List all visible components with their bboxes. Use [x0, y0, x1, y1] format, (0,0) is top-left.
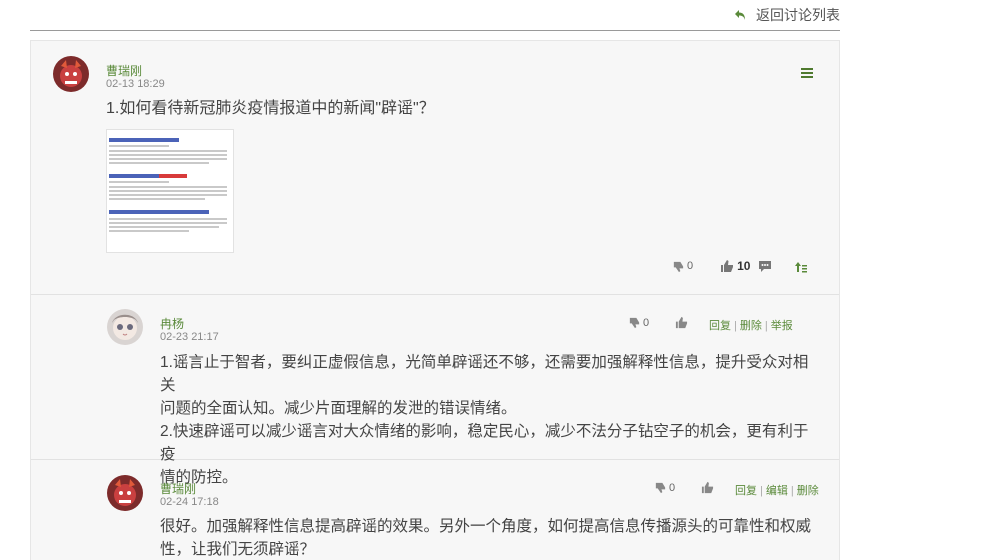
thumbs-up-icon [702, 481, 714, 494]
return-arrow-icon [735, 10, 745, 20]
like-button[interactable]: 10 [720, 259, 750, 273]
dislike-count: 0 [687, 260, 694, 272]
thumbs-up-icon [676, 316, 688, 329]
discussion-thread: 曹瑞刚 02-13 18:29 1.如何看待新冠肺炎疫情报道中的新闻"辟谣"？ [30, 40, 840, 560]
back-label: 返回讨论列表 [756, 7, 840, 23]
main-post-actions: 0 10 [672, 259, 808, 273]
like-button[interactable] [675, 316, 688, 329]
post-text: 1.如何看待新冠肺炎疫情报道中的新闻"辟谣"？ [106, 100, 435, 117]
dislike-button[interactable]: 0 [654, 481, 675, 494]
avatar[interactable] [107, 309, 143, 345]
author-avatar-icon [53, 56, 89, 92]
menu-icon[interactable] [801, 68, 813, 80]
edit-link[interactable]: 编辑 [766, 485, 788, 497]
main-post: 曹瑞刚 02-13 18:29 1.如何看待新冠肺炎疫情报道中的新闻"辟谣"？ [31, 41, 839, 295]
comment-button[interactable] [758, 260, 772, 273]
delete-link[interactable]: 删除 [797, 485, 819, 497]
post-time: 02-23 21:17 [160, 331, 219, 343]
post-image-thumbnail[interactable] [106, 129, 234, 253]
reply-line: 问题的全面认知。减少片面理解的发泄的错误情绪。 [160, 400, 517, 417]
back-to-list-link[interactable]: 返回讨论列表 [734, 5, 840, 25]
author-name[interactable]: 曹瑞刚 [160, 480, 196, 497]
comment-icon [759, 260, 772, 272]
like-button[interactable] [701, 481, 714, 494]
delete-link[interactable]: 删除 [740, 320, 762, 332]
reply-links: 回复 | 编辑 | 删除 [735, 485, 819, 497]
post-time: 02-13 18:29 [106, 78, 165, 90]
post-time: 02-24 17:18 [160, 496, 219, 508]
reply-item: 冉杨 02-23 21:17 0 回复 | 删除 | 举报 1.谣言止于智者，要纠正虚假… [31, 295, 839, 486]
reply-links: 回复 | 删除 | 举报 [709, 320, 793, 332]
reply-link[interactable]: 回复 [735, 485, 757, 497]
share-button[interactable] [794, 260, 808, 273]
reply-link[interactable]: 回复 [709, 320, 731, 332]
thumbs-down-icon [673, 261, 684, 272]
reply-line: 性，让我们无须辟谣？ [160, 541, 316, 558]
author-name[interactable]: 冉杨 [160, 315, 184, 332]
thumbs-down-icon [655, 482, 666, 494]
reply-actions: 0 [654, 481, 714, 494]
author-avatar-icon [107, 475, 143, 511]
reply-avatar-icon [107, 309, 143, 345]
report-link[interactable]: 举报 [771, 320, 793, 332]
dislike-button[interactable]: 0 [672, 260, 693, 273]
upload-icon [795, 261, 808, 272]
topbar: 返回讨论列表 [30, 0, 840, 31]
dislike-count: 0 [643, 316, 650, 329]
avatar[interactable] [107, 475, 143, 511]
like-count: 10 [737, 259, 751, 273]
reply-line: 1.谣言止于智者，要纠正虚假信息，光简单辟谣还不够，还需要加强解释性信息，提升受… [160, 354, 809, 394]
thumbs-down-icon [629, 317, 640, 329]
reply-text: 很好。加强解释性信息提高辟谣的效果。另外一个角度，如何提高信息传播源头的可靠性和… [160, 515, 820, 560]
author-name[interactable]: 曹瑞刚 [106, 62, 142, 79]
thumbs-up-icon [721, 260, 734, 272]
dislike-button[interactable]: 0 [628, 316, 649, 329]
avatar[interactable] [53, 56, 89, 92]
reply-actions: 0 [628, 316, 688, 329]
reply-line: 很好。加强解释性信息提高辟谣的效果。另外一个角度，如何提高信息传播源头的可靠性和… [160, 518, 812, 535]
dislike-count: 0 [669, 481, 676, 494]
reply-item: 曹瑞刚 02-24 17:18 0 回复 | 编辑 | 删除 很好。加强解释性信息提高辟… [31, 460, 839, 560]
